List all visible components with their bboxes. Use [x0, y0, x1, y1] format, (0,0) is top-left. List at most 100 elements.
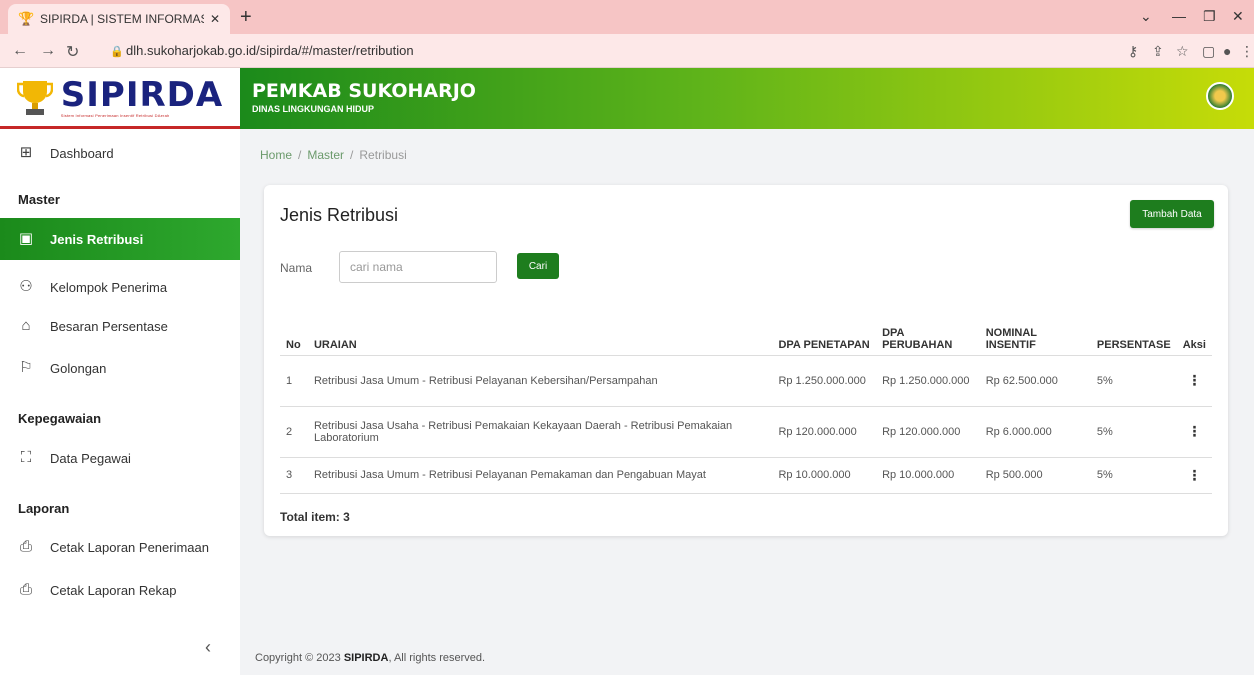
cell-dpa-perubahan: Rp 10.000.000 [876, 457, 980, 494]
app-logo[interactable]: SIPIRDA Sistem Informasi Penerimaan Inse… [0, 68, 240, 129]
key-icon[interactable]: ⚷ [1128, 43, 1138, 60]
search-button[interactable]: Cari [517, 253, 559, 279]
footer-suffix: , All rights reserved. [388, 652, 486, 664]
search-label: Nama [280, 261, 313, 275]
browser-tab-bar: 🏆 SIPIRDA | SISTEM INFORMASI PE ✕ + ⌄ — … [0, 0, 1254, 34]
id-card-icon: ⛶ [20, 449, 32, 466]
tag-icon: ⌂ [21, 317, 31, 334]
column-header-aksi: Aksi [1176, 307, 1212, 356]
new-tab-icon[interactable]: + [240, 7, 252, 27]
breadcrumb-current: Retribusi [359, 148, 407, 162]
header-banner: PEMKAB SUKOHARJO DINAS LINGKUNGAN HIDUP [240, 68, 1254, 129]
reload-icon[interactable]: ↻ [66, 42, 79, 62]
more-vert-icon[interactable]: ⋮ [1176, 355, 1212, 407]
url-field[interactable]: 🔒 dlh.sukoharjokab.go.id/sipirda/#/master… [110, 39, 1110, 63]
user-avatar[interactable] [1206, 82, 1234, 110]
footer: Copyright © 2023 SIPIRDA, All rights res… [255, 652, 485, 664]
column-header-persentase: PERSENTASE [1090, 307, 1177, 356]
cell-no: 1 [280, 355, 308, 407]
sidebar-item-cetak-rekap[interactable]: ⎙ Cetak Laporan Rekap [0, 569, 240, 611]
org-title: PEMKAB SUKOHARJO [252, 80, 476, 102]
sidebar-item-kelompok-penerima[interactable]: ⚇ Kelompok Penerima [0, 266, 240, 308]
cell-dpa-penetapan: Rp 1.250.000.000 [772, 355, 877, 407]
add-data-button[interactable]: Tambah Data [1130, 200, 1214, 228]
sidebar-item-label: Golongan [50, 360, 107, 376]
search-input[interactable] [339, 251, 497, 283]
sidebar-item-label: Dashboard [50, 145, 114, 161]
more-vert-icon[interactable]: ⋮ [1176, 457, 1212, 494]
cell-dpa-penetapan: Rp 120.000.000 [772, 406, 877, 458]
column-header-no: No [280, 307, 308, 356]
url-text: dlh.sukoharjokab.go.id/sipirda/#/master/… [126, 43, 414, 58]
cell-nominal-insentif: Rp 62.500.000 [979, 355, 1091, 407]
lock-icon: 🔒 [110, 46, 124, 58]
cell-nominal-insentif: Rp 500.000 [979, 457, 1091, 494]
sidebar-item-label: Data Pegawai [50, 450, 131, 466]
sidebar-item-cetak-penerimaan[interactable]: ⎙ Cetak Laporan Penerimaan [0, 526, 240, 568]
trophy-icon [16, 81, 53, 115]
sidebar-heading-kepegawaian: Kepegawaian [18, 411, 102, 426]
sidebar-heading-master: Master [18, 192, 60, 207]
table-row: 3 Retribusi Jasa Umum - Retribusi Pelaya… [280, 457, 1212, 494]
sidebar-item-label: Besaran Persentase [50, 318, 168, 334]
forward-icon[interactable]: → [40, 42, 56, 60]
sidebar-item-dashboard[interactable]: ⊞ Dashboard [0, 132, 240, 174]
cell-dpa-perubahan: Rp 1.250.000.000 [876, 355, 980, 407]
minimize-icon[interactable]: — [1172, 8, 1186, 24]
cell-dpa-penetapan: Rp 10.000.000 [772, 457, 877, 494]
cell-persentase: 5% [1090, 406, 1177, 458]
footer-brand: SIPIRDA [343, 652, 389, 664]
sidebar-item-jenis-retribusi[interactable]: ▣ Jenis Retribusi [0, 218, 240, 260]
more-vert-icon[interactable]: ⋮ [1176, 406, 1212, 458]
star-icon[interactable]: ☆ [1176, 43, 1189, 60]
breadcrumb: Home / Master / Retribusi [260, 148, 407, 162]
more-vert-icon[interactable]: ⋮ [1240, 43, 1254, 60]
table-row: 2 Retribusi Jasa Usaha - Retribusi Pemak… [280, 406, 1212, 458]
column-header-dpa-penetapan: DPA PENETAPAN [772, 307, 877, 356]
chevron-down-icon[interactable]: ⌄ [1140, 8, 1152, 25]
banknote-icon: ▣ [18, 230, 34, 247]
cell-uraian: Retribusi Jasa Umum - Retribusi Pelayana… [307, 457, 773, 494]
grid-icon: ⊞ [19, 144, 33, 161]
logo-subtitle: Sistem Informasi Penerimaan Insentif Ret… [60, 112, 170, 118]
flag-icon: ⚐ [19, 359, 33, 376]
table-row: 1 Retribusi Jasa Umum - Retribusi Pelaya… [280, 355, 1212, 407]
cell-no: 2 [280, 406, 308, 458]
sidebar-item-data-pegawai[interactable]: ⛶ Data Pegawai [0, 437, 240, 479]
tab-close-icon[interactable]: ✕ [210, 12, 220, 26]
column-header-dpa-perubahan: DPA PERUBAHAN [876, 307, 980, 356]
sidepanel-icon[interactable]: ▢ [1202, 43, 1215, 60]
column-header-nominal-insentif: NOMINAL INSENTIF [979, 307, 1091, 356]
org-subtitle: DINAS LINGKUNGAN HIDUP [252, 104, 375, 114]
close-window-icon[interactable]: ✕ [1232, 8, 1244, 25]
cell-persentase: 5% [1090, 355, 1177, 407]
restore-icon[interactable]: ❐ [1203, 8, 1216, 25]
cell-nominal-insentif: Rp 6.000.000 [979, 406, 1091, 458]
breadcrumb-master[interactable]: Master [307, 148, 344, 162]
retribusi-table: No URAIAN DPA PENETAPAN DPA PERUBAHAN NO… [280, 307, 1212, 494]
browser-tab[interactable]: 🏆 SIPIRDA | SISTEM INFORMASI PE ✕ [8, 4, 230, 34]
chevron-left-icon[interactable]: ‹ [205, 637, 211, 658]
sidebar-item-label: Kelompok Penerima [50, 279, 168, 295]
total-items: Total item: 3 [280, 510, 350, 524]
sidebar-item-label: Jenis Retribusi [50, 231, 144, 247]
footer-prefix: Copyright © 2023 [255, 652, 341, 664]
cell-dpa-perubahan: Rp 120.000.000 [876, 406, 980, 458]
sidebar-item-label: Cetak Laporan Rekap [50, 582, 177, 598]
sidebar: ⊞ Dashboard Master ▣ Jenis Retribusi ⚇ K… [0, 129, 240, 675]
sidebar-item-besaran-persentase[interactable]: ⌂ Besaran Persentase [0, 305, 240, 347]
breadcrumb-home[interactable]: Home [260, 148, 292, 162]
retribusi-card: Jenis Retribusi Tambah Data Nama Cari No… [264, 185, 1228, 536]
cell-persentase: 5% [1090, 457, 1177, 494]
page-title: Jenis Retribusi [280, 205, 399, 225]
back-icon[interactable]: ← [12, 42, 28, 60]
cell-uraian: Retribusi Jasa Umum - Retribusi Pelayana… [307, 355, 773, 407]
sidebar-item-golongan[interactable]: ⚐ Golongan [0, 347, 240, 389]
profile-avatar-icon[interactable]: ● [1223, 43, 1231, 59]
share-icon[interactable]: ⇪ [1152, 43, 1164, 60]
printer-icon: ⎙ [19, 538, 32, 555]
cell-no: 3 [280, 457, 308, 494]
logo-text: SIPIRDA [60, 74, 224, 115]
printer-icon: ⎙ [19, 581, 32, 598]
address-bar: ← → ↻ 🔒 dlh.sukoharjokab.go.id/sipirda/#/… [0, 34, 1254, 68]
